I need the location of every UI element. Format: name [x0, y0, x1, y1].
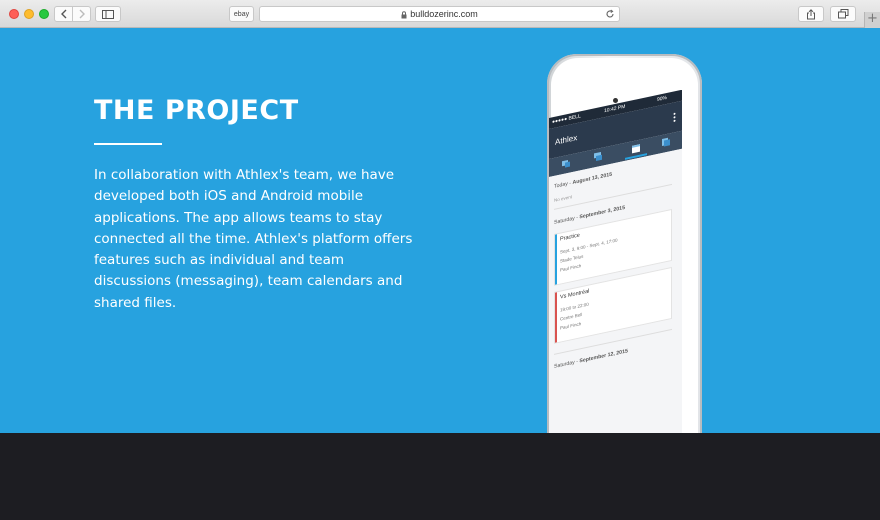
calendar-icon [632, 144, 640, 154]
page-footer [0, 433, 880, 520]
close-window-button[interactable] [9, 9, 19, 19]
messages-icon [594, 151, 602, 162]
back-button[interactable] [54, 6, 73, 22]
app-name: Athlex [555, 132, 578, 147]
lock-icon [401, 10, 407, 19]
page-title: THE PROJECT [94, 95, 299, 126]
event-title: Vs Montréal [560, 288, 590, 301]
files-icon [662, 137, 670, 147]
event-person: Paul Finch [560, 263, 582, 273]
event-person: Paul Finch [560, 321, 582, 331]
no-event-text: No event [554, 194, 573, 203]
url-text: bulldozerinc.com [410, 9, 478, 19]
sidebar-toggle-button[interactable] [95, 6, 121, 22]
chevron-left-icon [60, 9, 66, 19]
share-icon [807, 8, 815, 19]
chevron-right-icon [79, 9, 85, 19]
project-section: THE PROJECT In collaboration with Athlex… [0, 28, 880, 433]
event-color-bar [555, 234, 557, 285]
title-underline [94, 143, 162, 145]
tabs-icon [837, 9, 848, 19]
event-place: Stade Telus [560, 253, 584, 264]
team-icon [562, 159, 570, 168]
project-description: In collaboration with Athlex's team, we … [94, 167, 413, 311]
address-bar[interactable]: bulldozerinc.com [259, 6, 620, 22]
new-tab-button[interactable]: + [864, 12, 880, 28]
event-place: Centre Bell [560, 311, 583, 322]
browser-toolbar: ebay bulldozerinc.com + [0, 0, 880, 28]
day-heading: Today - August 13, 2015 [554, 171, 612, 190]
forward-button[interactable] [72, 6, 91, 22]
zoom-window-button[interactable] [39, 9, 49, 19]
minimize-window-button[interactable] [24, 9, 34, 19]
more-vertical-icon [673, 112, 676, 122]
event-time: 19:00 to 22:00 [560, 301, 589, 313]
event-color-bar [555, 292, 557, 343]
phone-screen: ●●●●● BELL 10:42 PM 90% Athlex Today - A… [549, 90, 682, 433]
show-tabs-button[interactable] [830, 6, 856, 22]
favorite-ebay-button[interactable]: ebay [229, 6, 254, 22]
share-button[interactable] [798, 6, 824, 22]
calendar-list[interactable]: Today - August 13, 2015 No event Saturda… [549, 148, 682, 433]
event-title: Practice [560, 232, 580, 243]
sidebar-icon [102, 9, 114, 19]
reload-icon[interactable] [605, 9, 615, 19]
